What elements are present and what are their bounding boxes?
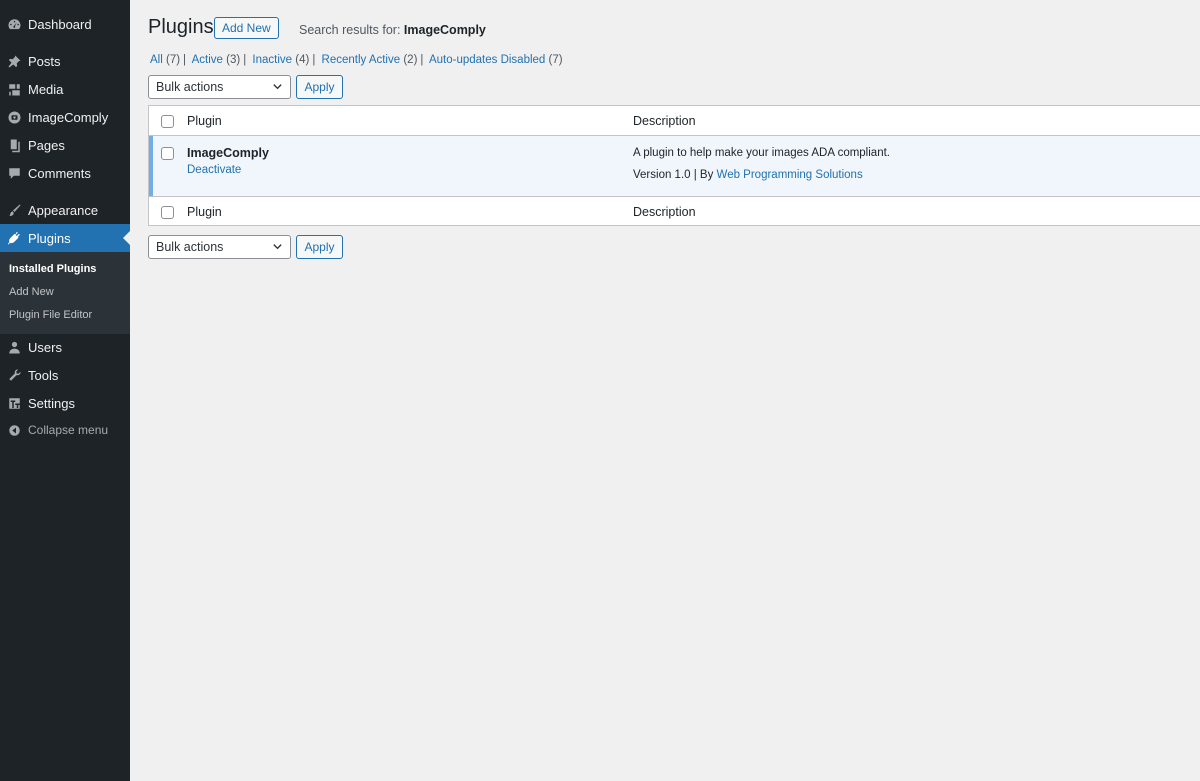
plugin-icon — [0, 224, 28, 252]
pin-icon — [0, 47, 28, 75]
table-row: ImageComply Deactivate A plugin to help … — [149, 136, 1200, 196]
plugins-submenu: Installed Plugins Add New Plugin File Ed… — [0, 252, 130, 334]
menu-label: Tools — [28, 367, 59, 383]
menu-label: Appearance — [28, 202, 99, 218]
add-new-button[interactable]: Add New — [214, 17, 279, 39]
menu-item-plugins[interactable]: Plugins — [0, 224, 130, 252]
filter-count: (3) — [226, 54, 241, 66]
collapse-label: Collapse menu — [28, 423, 109, 437]
comment-icon — [0, 159, 28, 187]
bulk-actions-value: Bulk actions — [156, 240, 224, 254]
chevron-down-icon — [273, 84, 282, 90]
menu-item-appearance[interactable]: Appearance — [0, 196, 130, 224]
menu-item-imagecomply[interactable]: ImageComply — [0, 103, 130, 131]
bulk-actions-select-bottom[interactable]: Bulk actions — [148, 235, 291, 259]
menu-label: Pages — [28, 137, 65, 153]
pages-icon — [0, 131, 28, 159]
brush-icon — [0, 196, 28, 224]
menu-label: Posts — [28, 53, 61, 69]
menu-label: Plugins — [28, 230, 71, 246]
page-title: Plugins — [148, 16, 214, 38]
settings-icon — [0, 389, 28, 417]
plugin-meta: Version 1.0 | By Web Programming Solutio… — [633, 169, 863, 181]
plugin-status-filters: All (7) | Active (3) | Inactive (4) | Recen… — [150, 54, 563, 66]
collapse-menu-button[interactable]: Collapse menu — [0, 416, 130, 444]
bulk-actions-select-top[interactable]: Bulk actions — [148, 75, 291, 99]
row-checkbox[interactable] — [161, 147, 174, 160]
chevron-down-icon — [273, 244, 282, 250]
menu-label: Comments — [28, 165, 91, 181]
plugin-description: A plugin to help make your images ADA co… — [633, 147, 890, 159]
filter-auto-updates-disabled[interactable]: Auto-updates Disabled — [429, 54, 545, 66]
filter-active[interactable]: Active — [192, 54, 223, 66]
imagecomply-icon — [0, 103, 28, 131]
menu-item-pages[interactable]: Pages — [0, 131, 130, 159]
menu-label: ImageComply — [28, 109, 109, 125]
apply-button-top[interactable]: Apply — [296, 75, 343, 99]
wrench-icon — [0, 361, 28, 389]
menu-item-users[interactable]: Users — [0, 333, 130, 361]
filter-count: (2) — [403, 54, 418, 66]
submenu-add-new[interactable]: Add New — [9, 286, 54, 298]
apply-button-bottom[interactable]: Apply — [296, 235, 343, 259]
menu-item-settings[interactable]: Settings — [0, 389, 130, 417]
plugin-version: Version 1.0 | By — [633, 169, 717, 181]
filter-count: (4) — [295, 54, 310, 66]
menu-label: Media — [28, 81, 64, 97]
menu-item-media[interactable]: Media — [0, 75, 130, 103]
user-icon — [0, 333, 28, 361]
table-header-row: Plugin Description — [149, 106, 1200, 136]
menu-item-dashboard[interactable]: Dashboard — [0, 10, 130, 38]
media-icon — [0, 75, 28, 103]
filter-inactive[interactable]: Inactive — [252, 54, 292, 66]
column-footer-plugin[interactable]: Plugin — [187, 205, 222, 219]
bulk-actions-value: Bulk actions — [156, 80, 224, 94]
admin-sidebar: Dashboard Posts Media ImageComply Pages … — [0, 0, 130, 781]
plugins-table: Plugin Description ImageComply Deactivat… — [148, 105, 1200, 226]
plugin-author-link[interactable]: Web Programming Solutions — [717, 169, 863, 181]
dashboard-icon — [0, 10, 28, 38]
menu-label: Dashboard — [28, 16, 92, 32]
filter-count: (7) — [548, 54, 563, 66]
plugin-name: ImageComply — [187, 146, 269, 160]
menu-item-posts[interactable]: Posts — [0, 47, 130, 75]
search-term: ImageComply — [403, 23, 486, 37]
search-results-subtitle: Search results for: ImageComply — [299, 23, 486, 37]
filter-recently-active[interactable]: Recently Active — [322, 54, 401, 66]
column-header-plugin[interactable]: Plugin — [187, 114, 222, 128]
select-all-checkbox[interactable] — [161, 115, 174, 128]
table-footer-row: Plugin Description — [149, 196, 1200, 226]
menu-item-comments[interactable]: Comments — [0, 159, 130, 187]
menu-label: Users — [28, 339, 62, 355]
submenu-plugin-file-editor[interactable]: Plugin File Editor — [9, 309, 92, 321]
filter-count: (7) — [165, 54, 181, 66]
column-header-description[interactable]: Description — [633, 114, 696, 128]
submenu-installed-plugins[interactable]: Installed Plugins — [9, 263, 96, 275]
current-menu-arrow — [123, 231, 130, 245]
column-footer-description[interactable]: Description — [633, 205, 696, 219]
search-prefix: Search results for: — [299, 23, 404, 37]
deactivate-link[interactable]: Deactivate — [187, 164, 241, 176]
filter-all[interactable]: All — [150, 54, 163, 66]
collapse-icon — [0, 416, 28, 444]
menu-label: Settings — [28, 395, 75, 411]
select-all-checkbox-footer[interactable] — [161, 206, 174, 219]
menu-item-tools[interactable]: Tools — [0, 361, 130, 389]
